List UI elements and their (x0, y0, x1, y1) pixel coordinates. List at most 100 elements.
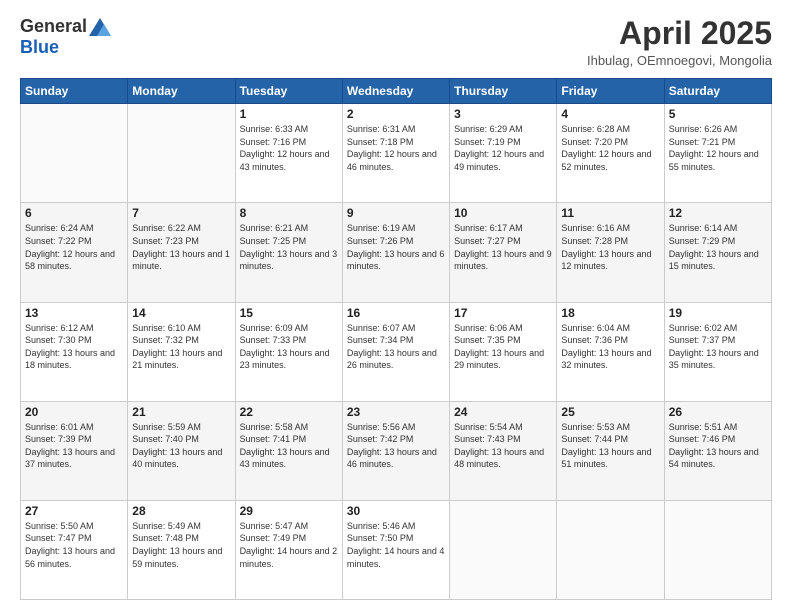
table-row: 7 Sunrise: 6:22 AM Sunset: 7:23 PM Daylig… (128, 203, 235, 302)
col-thursday: Thursday (450, 79, 557, 104)
table-row (557, 500, 664, 599)
cell-day-number: 7 (132, 206, 230, 220)
cell-sun-info: Sunrise: 5:54 AM Sunset: 7:43 PM Dayligh… (454, 421, 552, 471)
calendar-week-row: 1 Sunrise: 6:33 AM Sunset: 7:16 PM Daylig… (21, 104, 772, 203)
cell-sun-info: Sunrise: 6:24 AM Sunset: 7:22 PM Dayligh… (25, 222, 123, 272)
cell-day-number: 9 (347, 206, 445, 220)
cell-day-number: 20 (25, 405, 123, 419)
cell-day-number: 13 (25, 306, 123, 320)
calendar-week-row: 13 Sunrise: 6:12 AM Sunset: 7:30 PM Dayli… (21, 302, 772, 401)
cell-day-number: 12 (669, 206, 767, 220)
header: General Blue April 2025 Ihbulag, OEmnoeg… (20, 16, 772, 68)
table-row: 27Sunrise: 5:50 AM Sunset: 7:47 PM Dayli… (21, 500, 128, 599)
cell-sun-info: Sunrise: 5:51 AM Sunset: 7:46 PM Dayligh… (669, 421, 767, 471)
table-row: 16 Sunrise: 6:07 AM Sunset: 7:34 PM Dayli… (342, 302, 449, 401)
location-subtitle: Ihbulag, OEmnoegovi, Mongolia (587, 53, 772, 68)
col-friday: Friday (557, 79, 664, 104)
table-row: 10Sunrise: 6:17 AM Sunset: 7:27 PM Dayli… (450, 203, 557, 302)
cell-day-number: 8 (240, 206, 338, 220)
table-row: 17 Sunrise: 6:06 AM Sunset: 7:35 PM Dayli… (450, 302, 557, 401)
cell-sun-info: Sunrise: 6:09 AM Sunset: 7:33 PM Dayligh… (240, 322, 338, 372)
col-sunday: Sunday (21, 79, 128, 104)
cell-sun-info: Sunrise: 6:06 AM Sunset: 7:35 PM Dayligh… (454, 322, 552, 372)
cell-sun-info: Sunrise: 5:59 AM Sunset: 7:40 PM Dayligh… (132, 421, 230, 471)
cell-day-number: 28 (132, 504, 230, 518)
table-row: 6 Sunrise: 6:24 AM Sunset: 7:22 PM Daylig… (21, 203, 128, 302)
col-monday: Monday (128, 79, 235, 104)
month-title: April 2025 (587, 16, 772, 51)
cell-sun-info: Sunrise: 5:53 AM Sunset: 7:44 PM Dayligh… (561, 421, 659, 471)
cell-day-number: 14 (132, 306, 230, 320)
cell-sun-info: Sunrise: 5:50 AM Sunset: 7:47 PM Dayligh… (25, 520, 123, 570)
cell-day-number: 6 (25, 206, 123, 220)
cell-day-number: 2 (347, 107, 445, 121)
cell-day-number: 18 (561, 306, 659, 320)
table-row: 3Sunrise: 6:29 AM Sunset: 7:19 PM Daylig… (450, 104, 557, 203)
table-row: 5Sunrise: 6:26 AM Sunset: 7:21 PM Daylig… (664, 104, 771, 203)
cell-day-number: 26 (669, 405, 767, 419)
logo-general-text: General (20, 16, 87, 37)
logo-blue-text: Blue (20, 37, 59, 58)
cell-day-number: 25 (561, 405, 659, 419)
cell-day-number: 4 (561, 107, 659, 121)
table-row: 23Sunrise: 5:56 AM Sunset: 7:42 PM Dayli… (342, 401, 449, 500)
cell-day-number: 21 (132, 405, 230, 419)
table-row: 24 Sunrise: 5:54 AM Sunset: 7:43 PM Dayli… (450, 401, 557, 500)
calendar-table: Sunday Monday Tuesday Wednesday Thursday… (20, 78, 772, 600)
table-row: 12 Sunrise: 6:14 AM Sunset: 7:29 PM Dayli… (664, 203, 771, 302)
cell-sun-info: Sunrise: 6:14 AM Sunset: 7:29 PM Dayligh… (669, 222, 767, 272)
cell-sun-info: Sunrise: 6:16 AM Sunset: 7:28 PM Dayligh… (561, 222, 659, 272)
cell-sun-info: Sunrise: 5:46 AM Sunset: 7:50 PM Dayligh… (347, 520, 445, 570)
cell-sun-info: Sunrise: 6:22 AM Sunset: 7:23 PM Dayligh… (132, 222, 230, 272)
table-row: 19 Sunrise: 6:02 AM Sunset: 7:37 PM Dayli… (664, 302, 771, 401)
cell-sun-info: Sunrise: 6:26 AM Sunset: 7:21 PM Dayligh… (669, 123, 767, 173)
cell-sun-info: Sunrise: 6:19 AM Sunset: 7:26 PM Dayligh… (347, 222, 445, 272)
cell-sun-info: Sunrise: 6:21 AM Sunset: 7:25 PM Dayligh… (240, 222, 338, 272)
calendar-header-row: Sunday Monday Tuesday Wednesday Thursday… (21, 79, 772, 104)
col-tuesday: Tuesday (235, 79, 342, 104)
cell-day-number: 15 (240, 306, 338, 320)
cell-day-number: 1 (240, 107, 338, 121)
cell-sun-info: Sunrise: 6:33 AM Sunset: 7:16 PM Dayligh… (240, 123, 338, 173)
logo: General Blue (20, 16, 111, 58)
table-row: 28Sunrise: 5:49 AM Sunset: 7:48 PM Dayli… (128, 500, 235, 599)
table-row: 14 Sunrise: 6:10 AM Sunset: 7:32 PM Dayli… (128, 302, 235, 401)
cell-sun-info: Sunrise: 6:04 AM Sunset: 7:36 PM Dayligh… (561, 322, 659, 372)
cell-sun-info: Sunrise: 6:07 AM Sunset: 7:34 PM Dayligh… (347, 322, 445, 372)
cell-sun-info: Sunrise: 6:02 AM Sunset: 7:37 PM Dayligh… (669, 322, 767, 372)
cell-day-number: 17 (454, 306, 552, 320)
cell-day-number: 22 (240, 405, 338, 419)
cell-sun-info: Sunrise: 5:47 AM Sunset: 7:49 PM Dayligh… (240, 520, 338, 570)
cell-day-number: 11 (561, 206, 659, 220)
table-row: 29Sunrise: 5:47 AM Sunset: 7:49 PM Dayli… (235, 500, 342, 599)
cell-day-number: 19 (669, 306, 767, 320)
table-row: 18 Sunrise: 6:04 AM Sunset: 7:36 PM Dayli… (557, 302, 664, 401)
cell-day-number: 16 (347, 306, 445, 320)
col-saturday: Saturday (664, 79, 771, 104)
table-row: 9 Sunrise: 6:19 AM Sunset: 7:26 PM Daylig… (342, 203, 449, 302)
table-row (450, 500, 557, 599)
title-area: April 2025 Ihbulag, OEmnoegovi, Mongolia (587, 16, 772, 68)
calendar-week-row: 27Sunrise: 5:50 AM Sunset: 7:47 PM Dayli… (21, 500, 772, 599)
table-row: 22Sunrise: 5:58 AM Sunset: 7:41 PM Dayli… (235, 401, 342, 500)
cell-sun-info: Sunrise: 6:10 AM Sunset: 7:32 PM Dayligh… (132, 322, 230, 372)
table-row: 13 Sunrise: 6:12 AM Sunset: 7:30 PM Dayli… (21, 302, 128, 401)
calendar-week-row: 6 Sunrise: 6:24 AM Sunset: 7:22 PM Daylig… (21, 203, 772, 302)
table-row: 11 Sunrise: 6:16 AM Sunset: 7:28 PM Dayli… (557, 203, 664, 302)
table-row: 1 Sunrise: 6:33 AM Sunset: 7:16 PM Daylig… (235, 104, 342, 203)
table-row: 8 Sunrise: 6:21 AM Sunset: 7:25 PM Daylig… (235, 203, 342, 302)
cell-day-number: 10 (454, 206, 552, 220)
cell-day-number: 23 (347, 405, 445, 419)
table-row (664, 500, 771, 599)
table-row: 30 Sunrise: 5:46 AM Sunset: 7:50 PM Dayli… (342, 500, 449, 599)
table-row: 2Sunrise: 6:31 AM Sunset: 7:18 PM Daylig… (342, 104, 449, 203)
table-row: 15 Sunrise: 6:09 AM Sunset: 7:33 PM Dayli… (235, 302, 342, 401)
cell-day-number: 24 (454, 405, 552, 419)
cell-sun-info: Sunrise: 6:28 AM Sunset: 7:20 PM Dayligh… (561, 123, 659, 173)
table-row: 4 Sunrise: 6:28 AM Sunset: 7:20 PM Daylig… (557, 104, 664, 203)
cell-sun-info: Sunrise: 6:29 AM Sunset: 7:19 PM Dayligh… (454, 123, 552, 173)
cell-sun-info: Sunrise: 6:01 AM Sunset: 7:39 PM Dayligh… (25, 421, 123, 471)
logo-icon (89, 18, 111, 36)
cell-sun-info: Sunrise: 6:12 AM Sunset: 7:30 PM Dayligh… (25, 322, 123, 372)
cell-day-number: 30 (347, 504, 445, 518)
